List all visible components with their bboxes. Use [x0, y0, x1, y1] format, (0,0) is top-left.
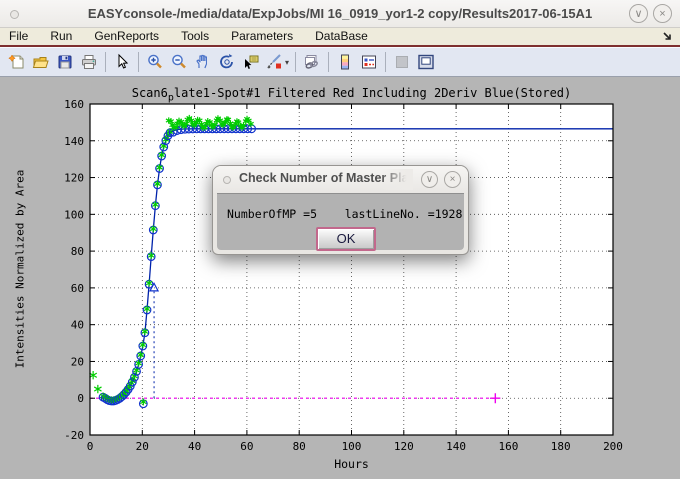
svg-text:80: 80	[71, 245, 84, 258]
menu-parameters[interactable]: Parameters	[220, 28, 304, 45]
dialog-minimize-button[interactable]: ∨	[421, 171, 438, 188]
data-cursor-icon[interactable]	[239, 50, 263, 74]
toolbar-separator	[105, 52, 106, 72]
svg-text:20: 20	[136, 440, 149, 453]
svg-text:0: 0	[77, 392, 84, 405]
svg-text:0: 0	[87, 440, 94, 453]
print-figure-icon[interactable]	[77, 50, 101, 74]
x-axis-label: Hours	[334, 457, 369, 471]
save-figure-icon[interactable]	[53, 50, 77, 74]
dialog-content: NumberOfMP =5 lastLineNo. =1928 OK	[217, 193, 464, 250]
dialog-close-button[interactable]: ×	[444, 171, 461, 188]
menu-file[interactable]: File	[0, 28, 39, 45]
menu-tools[interactable]: Tools	[170, 28, 220, 45]
toolbar-separator	[328, 52, 329, 72]
svg-text:60: 60	[240, 440, 253, 453]
brush-data-icon[interactable]	[263, 50, 287, 74]
show-plot-tools-icon[interactable]	[414, 50, 438, 74]
figure-toolbar: ▾	[0, 47, 680, 77]
menubar: File Run GenReports Tools Parameters Dat…	[0, 28, 680, 45]
plot-area[interactable]: 020406080100120140160180200-200204060801…	[0, 77, 680, 479]
rotate-3d-icon[interactable]	[215, 50, 239, 74]
ok-button[interactable]: OK	[316, 227, 376, 251]
dock-figure-arrow-icon[interactable]	[661, 30, 674, 46]
svg-text:80: 80	[293, 440, 306, 453]
menu-run[interactable]: Run	[39, 28, 83, 45]
new-figure-icon[interactable]	[5, 50, 29, 74]
hide-plot-tools-icon	[390, 50, 414, 74]
dialog-titlebar[interactable]: Check Number of Master Pla ∨ ×	[213, 166, 468, 193]
svg-text:140: 140	[64, 135, 84, 148]
menu-genreports[interactable]: GenReports	[83, 28, 170, 45]
check-master-plates-dialog: Check Number of Master Pla ∨ × NumberOfM…	[212, 165, 469, 255]
dialog-title-fade	[381, 169, 413, 190]
svg-text:140: 140	[446, 440, 466, 453]
link-plot-icon[interactable]	[300, 50, 324, 74]
svg-text:100: 100	[342, 440, 362, 453]
toolbar-separator	[385, 52, 386, 72]
window-icon	[10, 10, 19, 19]
dialog-info-text: NumberOfMP =5 lastLineNo. =1928	[227, 207, 462, 221]
insert-colorbar-icon[interactable]	[333, 50, 357, 74]
insert-legend-icon[interactable]	[357, 50, 381, 74]
svg-text:120: 120	[64, 172, 84, 185]
svg-text:160: 160	[64, 98, 84, 111]
figure-canvas: Scan6plate1-Spot#1 Filtered Red Includin…	[0, 77, 680, 479]
svg-text:160: 160	[498, 440, 518, 453]
edit-plot-cursor-icon[interactable]	[110, 50, 134, 74]
svg-text:180: 180	[551, 440, 571, 453]
svg-text:20: 20	[71, 355, 84, 368]
svg-text:60: 60	[71, 282, 84, 295]
window-minimize-button[interactable]: ∨	[629, 4, 648, 23]
svg-text:200: 200	[603, 440, 623, 453]
svg-text:120: 120	[394, 440, 414, 453]
menu-database[interactable]: DataBase	[304, 28, 379, 45]
toolbar-separator	[138, 52, 139, 72]
toolbar-separator	[295, 52, 296, 72]
open-file-icon[interactable]	[29, 50, 53, 74]
zoom-in-icon[interactable]	[143, 50, 167, 74]
svg-text:40: 40	[71, 319, 84, 332]
window-titlebar: EASYconsole-/media/data/ExpJobs/MI 16_09…	[0, 0, 680, 28]
dialog-window-icon	[223, 176, 231, 184]
window-title: EASYconsole-/media/data/ExpJobs/MI 16_09…	[0, 6, 680, 21]
svg-text:40: 40	[188, 440, 201, 453]
svg-text:100: 100	[64, 208, 84, 221]
brush-dropdown-caret-icon[interactable]: ▾	[285, 58, 289, 67]
zoom-out-icon[interactable]	[167, 50, 191, 74]
svg-text:-20: -20	[64, 429, 84, 442]
window-close-button[interactable]: ×	[653, 4, 672, 23]
pan-hand-icon[interactable]	[191, 50, 215, 74]
